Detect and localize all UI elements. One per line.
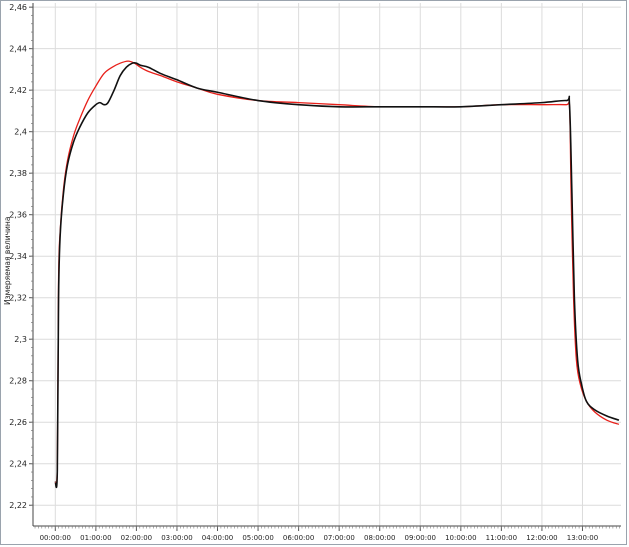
y-tick-label: 2,28 (9, 377, 27, 386)
y-tick-label: 2,38 (9, 169, 27, 178)
x-tick-label: 13:00:00 (567, 534, 598, 542)
y-tick-label: 2,26 (9, 418, 27, 427)
x-tick-label: 02:00:00 (121, 534, 152, 542)
plot-area (33, 3, 621, 526)
y-tick-label: 2,34 (9, 252, 27, 261)
x-tick-label: 04:00:00 (202, 534, 233, 542)
x-tick-label: 08:00:00 (364, 534, 395, 542)
y-tick-label: 2,42 (9, 86, 27, 95)
x-tick-label: 01:00:00 (80, 534, 111, 542)
y-tick-label: 2,24 (9, 460, 27, 469)
y-tick-label: 2,36 (9, 211, 27, 220)
x-tick-label: 09:00:00 (405, 534, 436, 542)
y-tick-label: 2,32 (9, 294, 27, 303)
line-chart: 2,22 2,24 2,26 2,28 2,3 2,32 2,34 2,36 2,38 2,4 2,… (9, 3, 621, 542)
x-tick-label: 03:00:00 (161, 534, 192, 542)
x-tick-label: 05:00:00 (242, 534, 273, 542)
y-tick-labels: 2,22 2,24 2,26 2,28 2,3 2,32 2,34 2,36 2,38 2,4 2,… (9, 3, 27, 510)
y-tick-label: 2,3 (14, 335, 27, 344)
y-tick-label: 2,22 (9, 501, 27, 510)
y-tick-label: 2,44 (9, 45, 27, 54)
y-tick-label: 2,4 (14, 128, 27, 137)
x-tick-label: 07:00:00 (323, 534, 354, 542)
x-tick-label: 12:00:00 (526, 534, 557, 542)
y-tick-label: 2,46 (9, 3, 27, 12)
x-tick-label: 06:00:00 (283, 534, 314, 542)
x-tick-label: 11:00:00 (486, 534, 517, 542)
x-tick-label: 10:00:00 (445, 534, 476, 542)
x-tick-labels: 00:00:00 01:00:00 02:00:00 03:00:00 04:00:00… (40, 534, 599, 542)
x-tick-label: 00:00:00 (40, 534, 71, 542)
